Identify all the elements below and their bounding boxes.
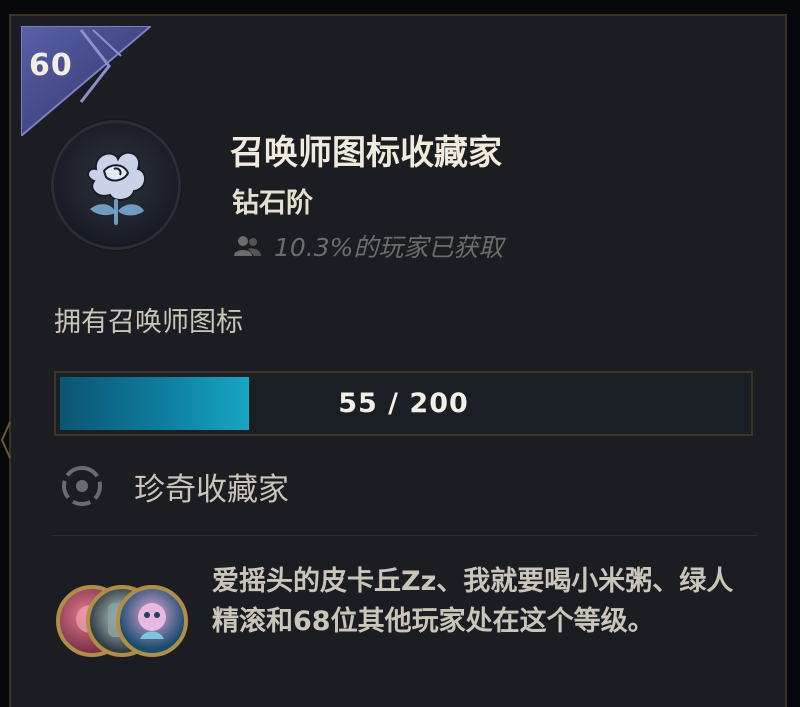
progress-bar: 55 / 200 <box>54 371 753 436</box>
level-number: 60 <box>29 48 73 83</box>
next-tier-label: 珍奇收藏家 <box>134 471 289 508</box>
rarity-text: 10.3%的玩家已获取 <box>274 233 504 262</box>
card-edge-notch <box>0 421 11 459</box>
target-icon <box>61 465 103 507</box>
rarity-row: 10.3%的玩家已获取 <box>232 228 503 264</box>
challenge-description: 拥有召唤师图标 <box>54 307 243 338</box>
challenge-title: 召唤师图标收藏家 <box>230 133 502 173</box>
challenge-tier: 钻石阶 <box>232 188 313 219</box>
progress-label: 55 / 200 <box>338 388 469 419</box>
divider <box>52 535 757 536</box>
rose-icon <box>87 151 146 225</box>
challenge-icon <box>54 123 178 247</box>
player-avatar-3[interactable] <box>116 585 188 657</box>
next-tier-row: 珍奇收藏家 <box>58 458 289 514</box>
players-icon <box>234 236 261 256</box>
player-avatars <box>56 585 196 665</box>
players-at-tier-text: 爱摇头的皮卡丘Zz、我就要喝小米粥、绿人精滚和68位其他玩家处在这个等级。 <box>212 566 734 637</box>
level-badge: 60 <box>21 26 151 136</box>
